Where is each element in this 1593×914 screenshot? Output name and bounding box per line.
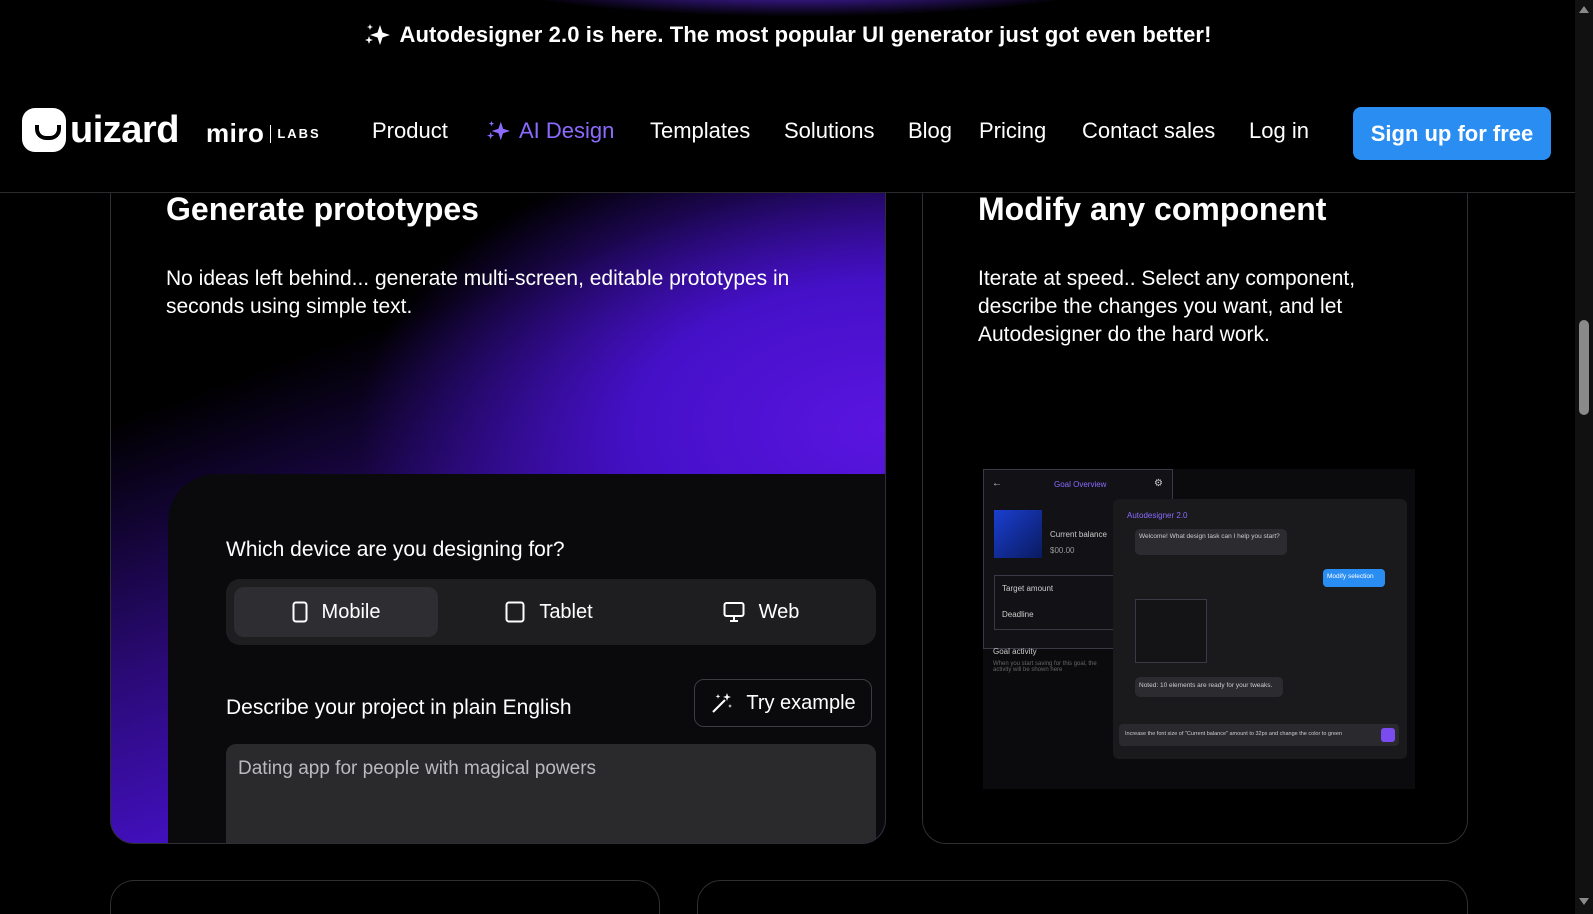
uizard-logo-icon [22,108,66,152]
announcement-bar: Autodesigner 2.0 is here. The most popul… [0,0,1575,78]
preview-thumbnail [1135,599,1207,663]
prompt-panel: Which device are you designing for? Mobi… [168,474,885,843]
preview-user-msg: Modify selection [1327,573,1374,580]
magic-wand-icon [712,693,733,713]
preview-bot-msg1: Welcome! What design task can I help you… [1139,533,1280,540]
preview-balance-value: $00.00 [1050,546,1075,555]
preview-bot-msg2: Noted: 10 elements are ready for your tw… [1139,682,1273,689]
preview-goal-title: Goal Overview [1054,480,1107,489]
nav-ai-design[interactable]: AI Design [485,118,614,144]
sparkle-icon [486,120,510,141]
preview-deadline: Deadline [1002,610,1034,619]
announcement-text[interactable]: Autodesigner 2.0 is here. The most popul… [399,22,1211,48]
monitor-icon [723,602,745,622]
logo-divider [270,124,272,143]
settings-icon: ⚙ [1154,478,1163,489]
device-selector: Mobile Tablet Web [226,579,876,645]
preview-chat-title: Autodesigner 2.0 [1127,511,1188,520]
preview-activity-note: When you start saving for this goal, the… [993,661,1097,673]
scroll-thumb[interactable] [1579,320,1589,415]
card-description: No ideas left behind... generate multi-s… [166,267,790,318]
top-nav: uizard miro LABS Product AI Design Templ… [0,78,1575,193]
preview-target-amount: Target amount [1002,584,1054,593]
card-description: Iterate at speed.. Select any component,… [978,267,1356,346]
back-arrow-icon: ← [992,478,1002,489]
tablet-icon [505,601,525,623]
uizard-logo-text: uizard [70,109,179,151]
try-example-label: Try example [746,691,856,714]
nav-ai-design-label: AI Design [519,118,615,143]
device-web-label: Web [758,600,800,623]
preview-goal-activity: Goal activity [993,647,1037,656]
nav-blog[interactable]: Blog [908,118,952,144]
miro-labs-logo[interactable]: miro LABS [206,118,321,149]
generate-prototypes-card: Generate prototypes No ideas left behind… [110,150,886,844]
nav-solutions[interactable]: Solutions [784,118,875,144]
nav-product[interactable]: Product [372,118,448,144]
miro-logo-text: miro [206,118,265,148]
card-title: Modify any component [978,191,1327,227]
device-tablet-label: Tablet [539,600,593,623]
nav-log-in[interactable]: Log in [1249,118,1309,144]
autodesigner-preview: ← Goal Overview ⚙ Current balance $00.00… [983,469,1415,789]
device-mobile-label: Mobile [321,600,381,623]
nav-contact-sales[interactable]: Contact sales [1082,118,1215,144]
bottom-card-right [697,880,1468,914]
sign-up-button[interactable]: Sign up for free [1353,107,1551,160]
scrollbar[interactable] [1575,0,1593,914]
preview-chat-panel: Autodesigner 2.0 Welcome! What design ta… [1113,499,1407,759]
scroll-up-icon[interactable] [1579,6,1589,13]
describe-label: Describe your project in plain English [226,696,572,719]
labs-text: LABS [277,126,321,141]
scroll-down-icon[interactable] [1579,898,1589,905]
try-example-button[interactable]: Try example [694,679,872,727]
preview-card-image [994,510,1042,558]
modify-component-card: Modify any component Iterate at speed.. … [922,150,1468,844]
mobile-icon [292,601,308,623]
project-description-input[interactable]: Dating app for people with magical power… [226,744,876,843]
sparkle-icon [365,24,391,45]
uizard-logo[interactable]: uizard [22,108,179,152]
nav-pricing[interactable]: Pricing [979,118,1046,144]
preview-input-text: Increase the font size of "Current balan… [1125,731,1343,737]
device-mobile-button[interactable]: Mobile [234,587,438,637]
card-title: Generate prototypes [166,191,479,227]
device-tablet-button[interactable]: Tablet [449,587,649,637]
device-question: Which device are you designing for? [226,538,565,561]
preview-current-balance: Current balance [1050,530,1107,539]
device-web-button[interactable]: Web [656,587,866,637]
bottom-card-left [110,880,660,914]
nav-templates[interactable]: Templates [650,118,750,144]
send-icon [1381,728,1395,742]
